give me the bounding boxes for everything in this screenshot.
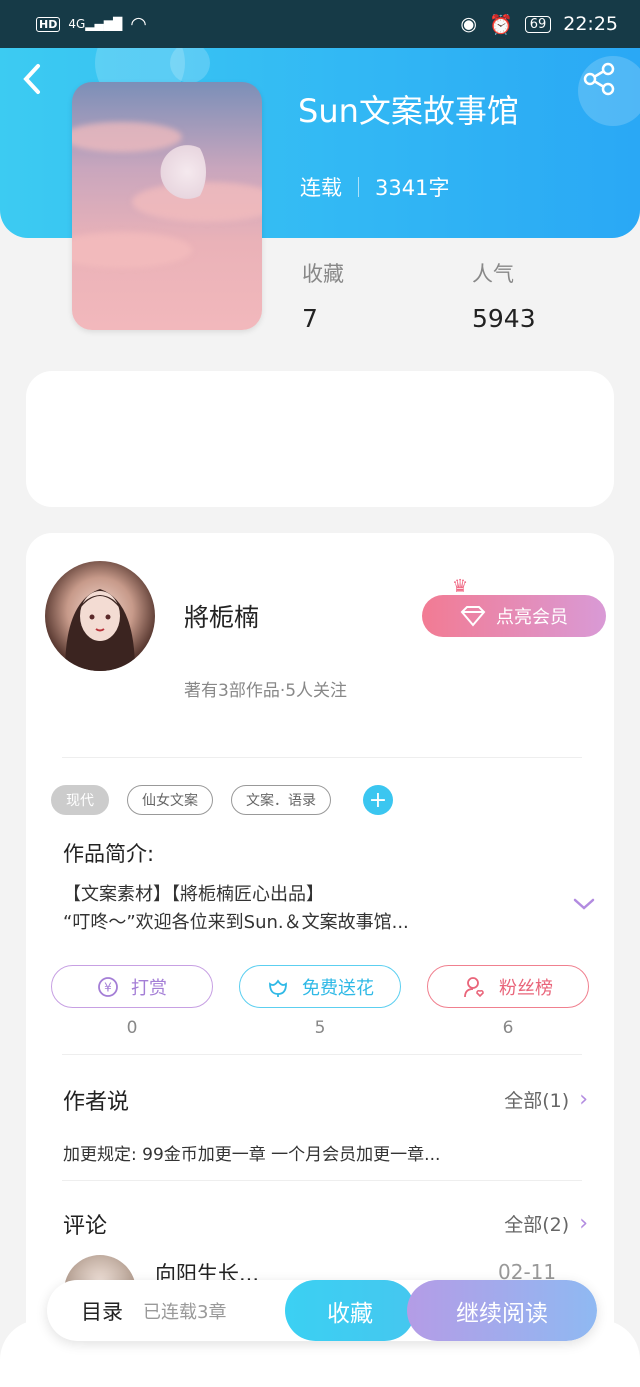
book-status: 连载 3341字 <box>300 172 449 202</box>
tag-item[interactable]: 现代 <box>51 785 109 815</box>
divider <box>62 757 582 758</box>
wifi-icon: ◠ <box>130 13 147 35</box>
diamond-icon <box>460 606 486 627</box>
author-says-all-link[interactable]: 全部(1) › <box>504 1086 588 1113</box>
chevron-right-icon: › <box>579 1087 588 1112</box>
fan-ranking-button[interactable]: 粉丝榜 <box>427 965 589 1008</box>
send-flower-button[interactable]: 免费送花 <box>239 965 401 1008</box>
book-cover[interactable] <box>72 82 262 330</box>
share-icon[interactable] <box>582 62 616 96</box>
comments-all-link[interactable]: 全部(2) › <box>504 1210 588 1237</box>
vip-button[interactable]: 点亮会员 <box>422 595 606 637</box>
svg-text:¥: ¥ <box>104 980 112 994</box>
favorite-button[interactable]: 收藏 <box>285 1280 415 1341</box>
network-label: 4G <box>68 17 86 31</box>
popularity-value: 5943 <box>472 304 536 333</box>
add-tag-button[interactable]: + <box>363 785 393 815</box>
alarm-icon: ⏰ <box>489 13 513 36</box>
tag-item[interactable]: 仙女文案 <box>127 785 213 815</box>
popularity-stat: 人气 5943 <box>472 258 536 333</box>
send-flower-label: 免费送花 <box>302 977 374 999</box>
reward-count: 0 <box>126 1018 138 1038</box>
reward-label: 打赏 <box>131 977 167 999</box>
bottom-action-bar: 目录 已连载3章 收藏 继续阅读 <box>47 1280 597 1341</box>
fan-ranking-label: 粉丝榜 <box>499 977 553 999</box>
divider <box>62 1054 582 1055</box>
cloud-decor <box>72 232 192 268</box>
book-title: Sun文案故事馆 <box>298 92 519 130</box>
vip-label: 点亮会员 <box>496 607 568 628</box>
reward-button[interactable]: ¥ 打赏 <box>51 965 213 1008</box>
author-says-all-label: 全部(1) <box>504 1090 570 1112</box>
popularity-label: 人气 <box>472 262 514 286</box>
signal-icon: 4G▂▄▆█ <box>68 17 123 31</box>
flower-count: 5 <box>314 1018 326 1038</box>
expand-chevron-down-icon[interactable] <box>572 892 596 916</box>
comments-all-label: 全部(2) <box>504 1214 570 1236</box>
favorites-stat: 收藏 7 <box>302 258 344 333</box>
author-meta: 著有3部作品·5人关注 <box>184 681 348 701</box>
intro-title: 作品简介: <box>63 842 155 866</box>
battery-icon: 69 <box>524 15 552 33</box>
serial-status: 连载 <box>300 176 342 200</box>
hd-icon: HD <box>36 16 61 32</box>
intro-line: 【文案素材】【將栀楠匠心出品】 <box>63 884 324 905</box>
eye-icon: ◉ <box>460 13 478 35</box>
clock-text: 22:25 <box>563 13 618 35</box>
author-avatar[interactable] <box>45 561 155 671</box>
moon-image <box>144 132 206 212</box>
chapter-count: 已连载3章 <box>143 1301 227 1323</box>
tag-item[interactable]: 文案．语录 <box>231 785 331 815</box>
status-bar: HD 4G▂▄▆█ ◠ ◉ ⏰ 69 22:25 <box>0 0 640 48</box>
author-says-text: 加更规定: 99金币加更一章 一个月会员加更一章... <box>63 1145 441 1165</box>
fan-ranking-count: 6 <box>502 1018 514 1038</box>
crown-icon: ♛ <box>452 576 469 597</box>
toc-button[interactable]: 目录 <box>81 1296 123 1326</box>
flower-icon <box>269 978 287 997</box>
author-says-title: 作者说 <box>63 1090 130 1115</box>
intro-line: “叮咚～”欢迎各位来到Sun.＆文案故事馆... <box>63 912 409 933</box>
yuan-coin-icon: ¥ <box>98 976 118 997</box>
continue-reading-button[interactable]: 继续阅读 <box>407 1280 597 1341</box>
user-heart-icon <box>464 976 484 997</box>
empty-card <box>26 371 614 507</box>
chevron-left-icon <box>23 64 40 94</box>
favorites-value: 7 <box>302 304 318 333</box>
divider <box>358 177 359 197</box>
tag-list: 现代 仙女文案 文案．语录 + <box>51 785 393 815</box>
avatar-illustration <box>65 589 135 671</box>
author-name[interactable]: 將栀楠 <box>184 598 259 634</box>
word-count: 3341字 <box>375 176 450 200</box>
favorites-label: 收藏 <box>302 262 344 286</box>
back-button[interactable] <box>22 62 42 102</box>
comments-title: 评论 <box>63 1214 108 1239</box>
decor-bubble <box>170 48 210 83</box>
chevron-right-icon: › <box>579 1211 588 1236</box>
divider <box>62 1180 582 1181</box>
